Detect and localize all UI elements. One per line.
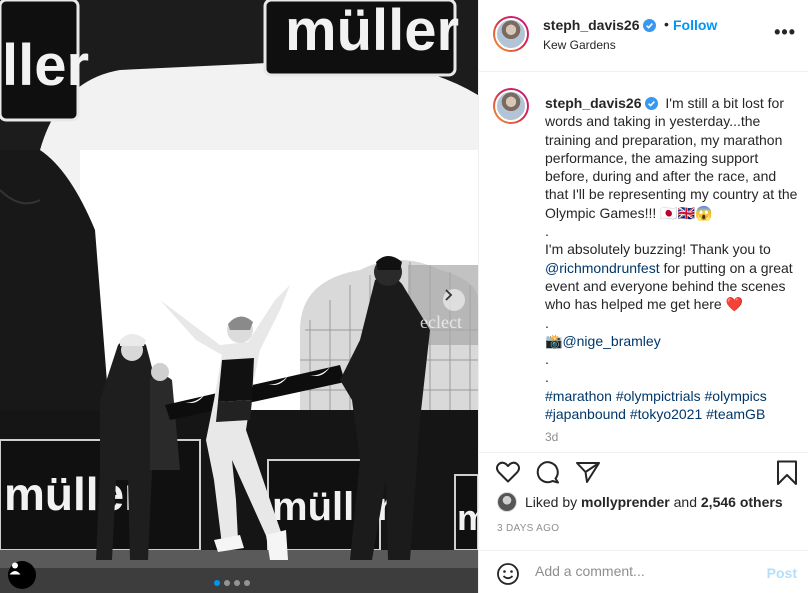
user-icon [9,562,21,575]
caption-text-2: I'm absolutely buzzing! Thank you to [545,241,771,258]
mention-richmondrunfest[interactable]: @richmondrunfest [545,260,660,276]
save-button[interactable] [776,460,798,491]
caption-hashtags[interactable]: #marathon #olympictrials #olympics #japa… [545,387,799,424]
bookmark-icon [777,460,797,485]
likes-count[interactable]: 2,546 others [701,494,783,510]
action-bar [479,452,808,490]
tagged-users-button[interactable] [8,561,36,589]
comment-button[interactable] [535,460,561,489]
verified-badge-icon [644,97,658,110]
comment-box: Post [479,550,808,593]
post-date[interactable]: 3 DAYS AGO [497,523,559,534]
smiley-icon [497,563,519,585]
like-button[interactable] [495,460,521,489]
caption-dot-1: . [545,223,549,240]
camera-emoji: 📸 [545,332,563,349]
caption-author-avatar[interactable] [493,88,529,124]
carousel-dot [224,580,230,586]
banner-logo-right: mül [457,497,478,538]
emoji-button[interactable] [497,563,519,590]
comment-input[interactable] [535,563,755,579]
arch-logo-right: müller [285,0,459,63]
post-header: steph_davis26 • Follow Kew Gardens ••• [479,0,808,72]
caption-dot-2: . [545,314,549,331]
header-separator: • [664,16,669,32]
caption-area: steph_davis26 I'm still a bit lost for w… [479,72,808,452]
post-photo[interactable]: ller müller müller müller mül [0,0,478,593]
arch-logo-left: ller [2,33,89,98]
caption-username-text[interactable]: steph_davis26 [545,95,642,111]
post-caption: steph_davis26 I'm still a bit lost for w… [545,94,799,423]
liker-username[interactable]: mollyprender [581,494,670,510]
chevron-right-icon [445,289,453,301]
caption-dot-3: . [545,351,549,368]
carousel-dot [244,580,250,586]
caption-username[interactable]: steph_davis26 [545,95,658,111]
photo-watermark: eclect [420,312,462,332]
caption-text-1: I'm still a bit lost for words and takin… [545,95,798,221]
paper-plane-icon [576,462,600,483]
verified-badge-icon [642,19,656,32]
post-side-panel: steph_davis26 • Follow Kew Gardens ••• s… [478,0,808,593]
caption-time-ago[interactable]: 3d [545,430,558,444]
author-username[interactable]: steph_davis26 [543,17,656,33]
carousel-dot [214,580,220,586]
more-options-icon[interactable]: ••• [774,22,796,43]
next-photo-button[interactable] [443,289,465,311]
comment-bubble-icon [536,461,559,484]
carousel-indicator [214,580,250,586]
heart-icon [495,461,521,483]
author-username-text[interactable]: steph_davis26 [543,17,640,33]
likes-joiner: and [673,494,697,510]
author-avatar[interactable] [493,16,529,52]
liker-avatar[interactable] [497,492,517,512]
post-comment-button[interactable]: Post [767,565,797,581]
caption-dot-4: . [545,369,549,386]
follow-button[interactable]: Follow [673,17,717,33]
mention-nige-bramley[interactable]: @nige_bramley [562,333,660,349]
likes-prefix: Liked by [525,494,578,510]
photo-illustration: ller müller müller müller mül [0,0,478,593]
carousel-dot [234,580,240,586]
likes-summary: Liked by mollyprender and 2,546 others [497,492,783,512]
share-button[interactable] [575,460,601,489]
post-location[interactable]: Kew Gardens [543,38,616,52]
